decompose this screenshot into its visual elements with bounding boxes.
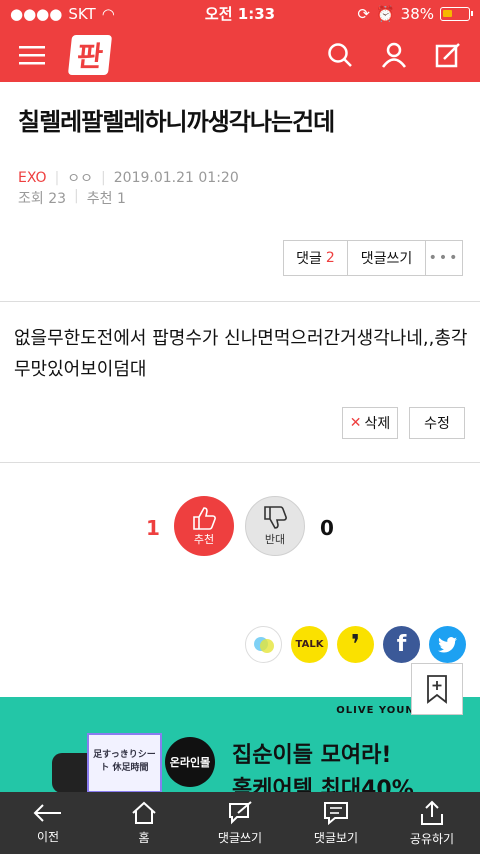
- meta-divider: |: [101, 170, 106, 186]
- close-icon: ✕: [349, 415, 362, 431]
- comment-label: 댓글: [296, 251, 322, 267]
- app-header: 판: [0, 27, 480, 82]
- thumbs-up-icon: [193, 507, 216, 530]
- nav-back[interactable]: 이전: [0, 802, 96, 845]
- nav-label: 이전: [36, 829, 60, 844]
- nav-label: 댓글보기: [313, 830, 359, 845]
- battery-icon: [440, 6, 473, 21]
- ad-banner[interactable]: OLIVE YOUNG 足すっきりシート 休足時間 온라인몰 집순이들 모여라!…: [0, 697, 480, 792]
- share-row: TALK ❜ f: [245, 626, 466, 663]
- nav-view-comments[interactable]: 댓글보기: [288, 801, 384, 846]
- facebook-share-icon[interactable]: f: [383, 626, 420, 663]
- upvote-count: 1: [146, 516, 160, 540]
- more-button[interactable]: •••: [426, 241, 462, 275]
- post-title: 칠렐레팔렐레하니까생각나는건데: [18, 108, 335, 136]
- twitter-bird-icon[interactable]: [429, 626, 466, 663]
- bottom-nav: 이전 홈 댓글쓰기 댓글보기 공유하기: [0, 792, 480, 854]
- comment-count: 2: [325, 250, 335, 266]
- downvote-button[interactable]: 반대: [245, 496, 305, 556]
- author: ㅇㅇ: [67, 171, 94, 187]
- delete-label: 삭제: [364, 416, 391, 432]
- post-date: 2019.01.21 01:20: [113, 170, 239, 186]
- post-meta: EXO | ㅇㅇ | 2019.01.21 01:20: [18, 168, 239, 188]
- kakaostory-share-icon[interactable]: ❜: [337, 626, 374, 663]
- nav-share[interactable]: 공유하기: [384, 800, 480, 847]
- home-icon: [132, 801, 156, 824]
- recommend-count: 추천 1: [86, 191, 126, 207]
- share-icon: [421, 800, 443, 825]
- comment-write-icon: [229, 800, 252, 824]
- divider: [0, 462, 480, 463]
- carrier: SKT: [68, 4, 96, 23]
- nav-write-comment[interactable]: 댓글쓰기: [192, 800, 288, 846]
- divider: [0, 301, 480, 302]
- downvote-label: 반대: [264, 533, 286, 546]
- upvote-label: 추천: [193, 533, 215, 546]
- write-icon[interactable]: [434, 41, 462, 69]
- edit-button[interactable]: 수정: [409, 407, 465, 439]
- comment-view-icon: [324, 801, 348, 825]
- nav-label: 공유하기: [409, 831, 455, 846]
- menu-icon[interactable]: [18, 41, 46, 69]
- ad-product-box: 足すっきりシート 休足時間: [87, 733, 162, 792]
- post-body: 없을무한도전에서 팝명수가 신나면먹으러간거생각나네,,총각무맛있어보이덤대: [14, 328, 468, 380]
- upvote-button[interactable]: 추천: [174, 496, 234, 556]
- nav-label: 홈: [138, 830, 150, 845]
- bookmark-button[interactable]: [411, 663, 463, 715]
- lock-rotation-icon: ⟳: [357, 4, 370, 23]
- nav-label: 댓글쓰기: [217, 830, 263, 845]
- signal-icon: ●●●●: [10, 4, 63, 23]
- comment-count-button[interactable]: 댓글 2: [284, 241, 348, 275]
- delete-button[interactable]: ✕ 삭제: [342, 407, 398, 439]
- meta-divider: |: [74, 188, 79, 204]
- alarm-icon: ⏰: [375, 4, 395, 23]
- status-bar: ●●●● SKT ◠ 오전 1:33 ⟳ ⏰ 38%: [0, 0, 480, 27]
- battery-percent: 38%: [400, 4, 434, 23]
- downvote-count: 0: [320, 516, 334, 540]
- status-time: 오전 1:33: [204, 5, 276, 23]
- ad-subline: 홈케어템 최대40%: [232, 777, 414, 792]
- meta-divider: |: [54, 170, 60, 186]
- kakaotalk-share-icon[interactable]: TALK: [291, 626, 328, 663]
- wifi-icon: ◠: [101, 4, 115, 23]
- thumbs-down-icon: [264, 506, 287, 529]
- board-link[interactable]: EXO: [18, 170, 47, 186]
- comment-toolbar: 댓글 2 댓글쓰기 •••: [283, 240, 463, 276]
- nav-home[interactable]: 홈: [96, 801, 192, 846]
- twitter-share-icon[interactable]: [245, 626, 282, 663]
- ad-badge: 온라인몰: [165, 737, 215, 787]
- user-icon[interactable]: [380, 41, 408, 69]
- post-stats: 조회 23 | 추천 1: [18, 188, 126, 208]
- app-logo[interactable]: 판: [67, 34, 113, 75]
- search-icon[interactable]: [326, 41, 354, 69]
- view-count: 조회 23: [18, 191, 67, 207]
- write-comment-button[interactable]: 댓글쓰기: [348, 241, 426, 275]
- bookmark-add-icon: [427, 675, 447, 704]
- ad-headline: 집순이들 모여라!: [232, 743, 392, 768]
- back-arrow-icon: [33, 803, 61, 822]
